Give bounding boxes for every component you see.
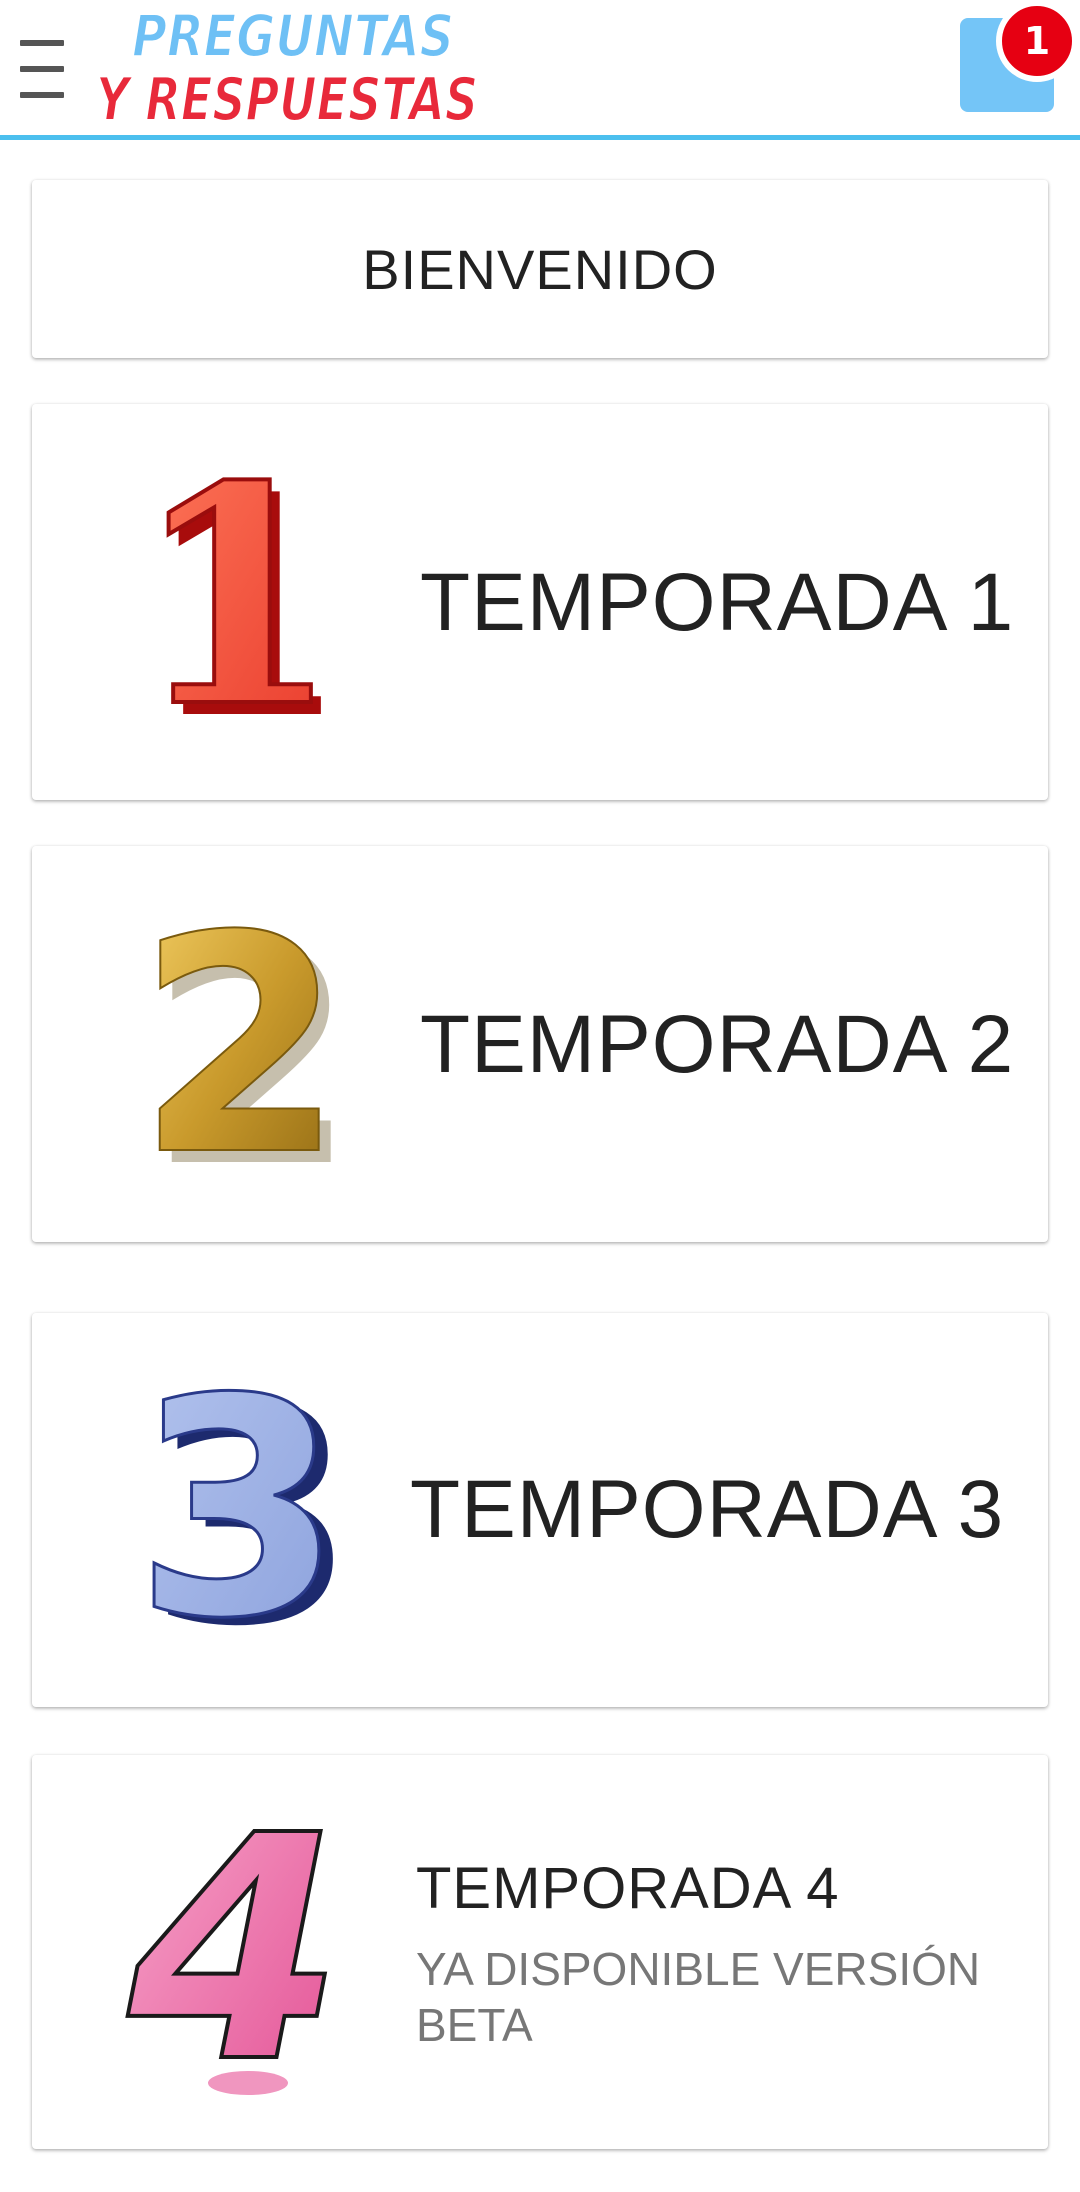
season-1-title: TEMPORADA 1: [420, 557, 1015, 648]
app-logo[interactable]: PREGUNTAS Y RESPUESTAS: [92, 4, 492, 130]
red-number-one-icon: 1 1: [128, 418, 368, 785]
logo-line-1: PREGUNTAS: [132, 4, 454, 70]
blue-number-three-icon: 3 3: [128, 1334, 368, 1693]
number-3-glyph: 3: [134, 1335, 343, 1684]
logo-line-2: Y RESPUESTAS: [96, 65, 478, 130]
welcome-card[interactable]: BIENVENIDO: [32, 180, 1048, 358]
number-4-glyph: 4: [123, 1770, 344, 2131]
notifications-button[interactable]: 1: [960, 0, 1078, 114]
menu-icon[interactable]: [14, 36, 70, 102]
season-4-card[interactable]: 4 TEMPORADA 4 YA DISPONIBLE VERSIÓN BETA: [32, 1755, 1048, 2149]
app-header: PREGUNTAS Y RESPUESTAS 1: [0, 0, 1080, 140]
season-3-card[interactable]: 3 3 TEMPORADA 3: [32, 1313, 1048, 1707]
season-1-card[interactable]: 1 1 TEMPORADA 1: [32, 404, 1048, 800]
season-2-card[interactable]: 2 2 TEMPORADA 2: [32, 846, 1048, 1242]
season-4-subtitle: YA DISPONIBLE VERSIÓN BETA: [416, 1943, 981, 2051]
pink-number-four-icon: 4: [121, 1768, 368, 2133]
season-3-title: TEMPORADA 3: [410, 1464, 1005, 1555]
number-1-glyph: 1: [132, 420, 341, 773]
season-2-title: TEMPORADA 2: [420, 999, 1015, 1090]
gold-number-two-icon: 2 2: [128, 871, 368, 1233]
season-4-title: TEMPORADA 4: [416, 1856, 840, 1921]
number-2-glyph: 2: [136, 872, 345, 1221]
notification-badge: 1: [996, 0, 1078, 82]
welcome-label: BIENVENIDO: [362, 237, 718, 301]
